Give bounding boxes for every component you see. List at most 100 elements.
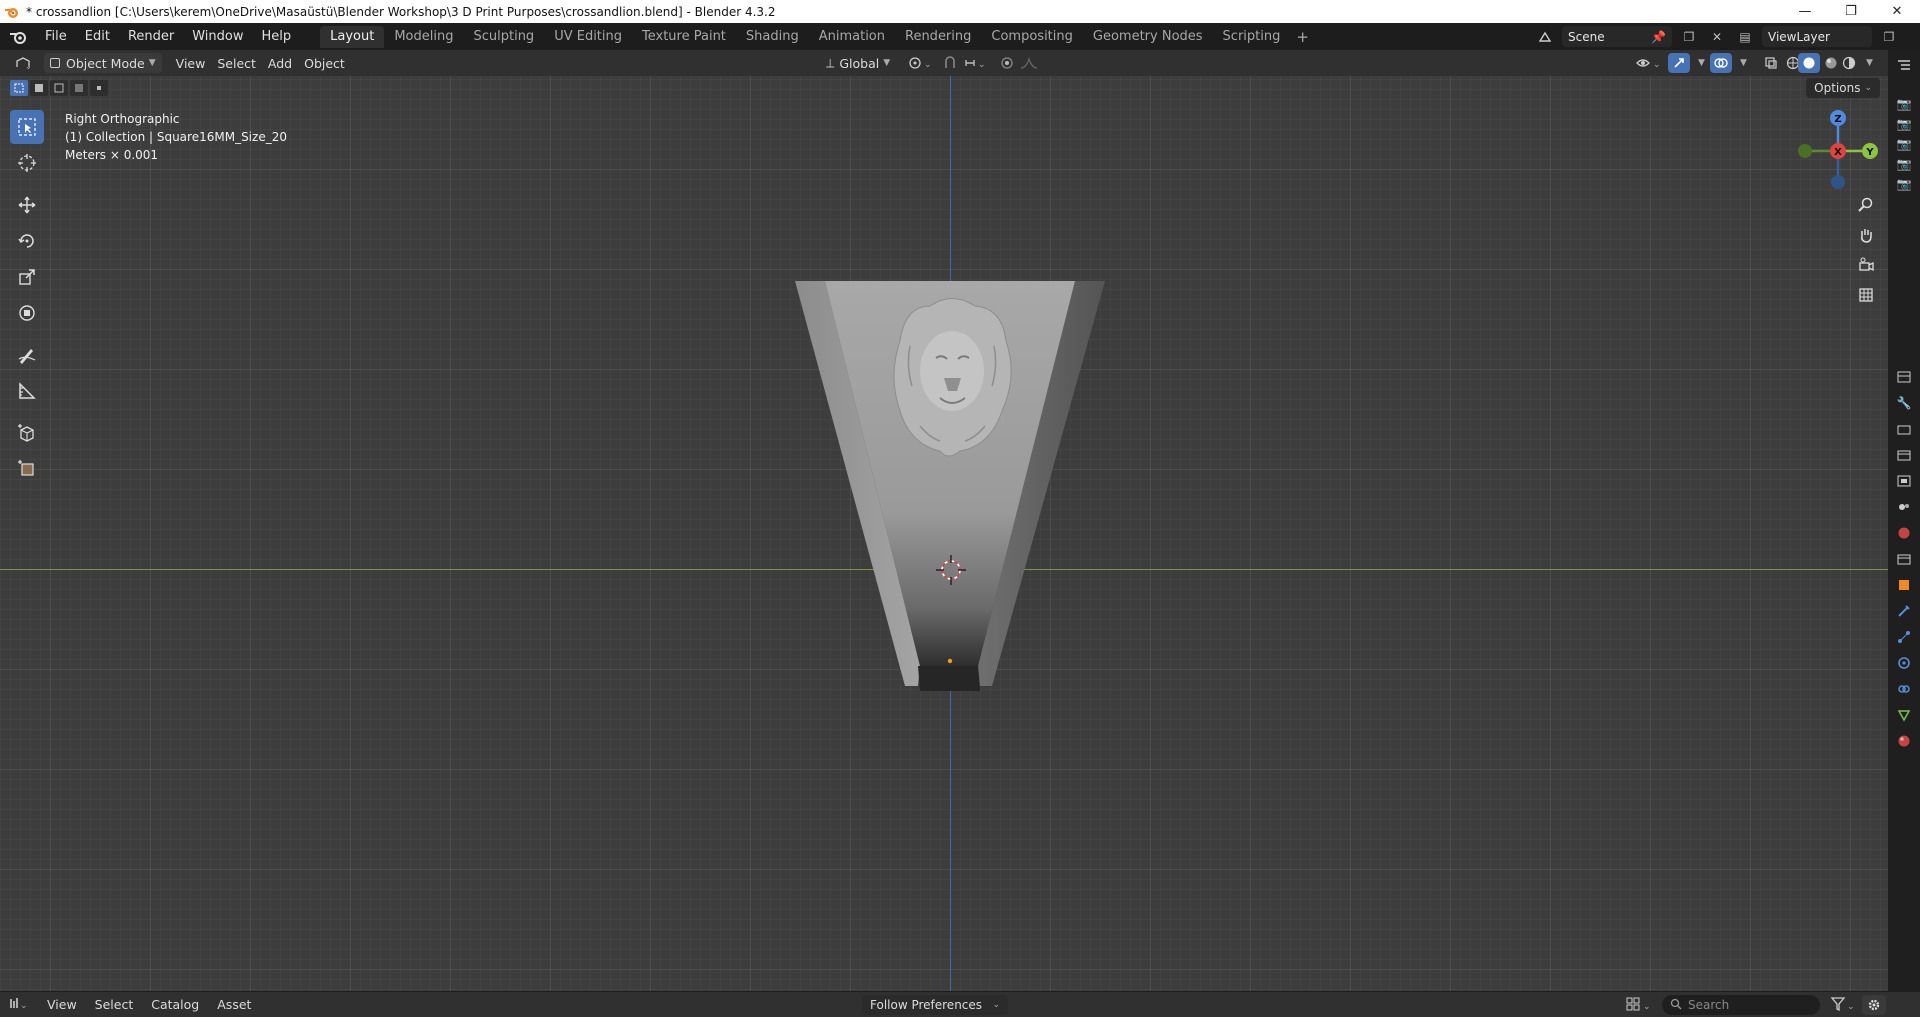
camera-visibility-icon[interactable]: 📷 (1888, 134, 1920, 154)
gizmo-toggle-icon[interactable] (1668, 53, 1690, 73)
ring-mesh-object[interactable] (780, 246, 1120, 696)
new-scene-icon[interactable]: ❐ (1678, 26, 1700, 47)
camera-visibility-icon[interactable]: 📷 (1888, 94, 1920, 114)
blender-menu-logo-icon[interactable] (0, 30, 36, 44)
tab-rendering[interactable]: Rendering (895, 26, 981, 48)
output-properties-icon[interactable] (1888, 442, 1920, 468)
zoom-icon[interactable] (1851, 192, 1881, 218)
asset-menu-catalog[interactable]: Catalog (142, 997, 208, 1012)
tab-modeling[interactable]: Modeling (384, 26, 463, 48)
menu-help[interactable]: Help (253, 23, 301, 50)
overlays-options-icon[interactable]: ▼ (1730, 53, 1753, 73)
pin-icon[interactable]: 📌 (1651, 30, 1666, 44)
world-properties-icon[interactable] (1888, 520, 1920, 546)
view-layer-properties-icon[interactable] (1888, 468, 1920, 494)
transform-tool-icon[interactable] (10, 296, 44, 330)
outliner-editor-icon[interactable] (1888, 52, 1920, 78)
rotate-tool-icon[interactable] (10, 224, 44, 258)
view-layer-field[interactable]: ViewLayer (1762, 26, 1872, 47)
delete-scene-icon[interactable]: ✕ (1706, 26, 1728, 47)
camera-view-icon[interactable] (1851, 252, 1881, 278)
toggle-perspective-grid-icon[interactable] (1851, 282, 1881, 308)
properties-editor-icon[interactable] (1888, 364, 1920, 390)
measure-tool-icon[interactable] (10, 374, 44, 408)
3d-viewport[interactable]: Right Orthographic (1) Collection | Squa… (0, 76, 1888, 991)
collection-properties-icon[interactable] (1888, 546, 1920, 572)
menu-window[interactable]: Window (183, 23, 252, 50)
falloff-icon[interactable] (1014, 53, 1044, 73)
visibility-selectability-icon[interactable]: ⌄ (1630, 53, 1668, 73)
asset-menu-view[interactable]: View (38, 997, 86, 1012)
tab-uv-editing[interactable]: UV Editing (544, 26, 632, 48)
display-mode-icon[interactable]: ⌄ (1626, 996, 1654, 1016)
options-dropdown[interactable]: Options ⌄ (1806, 78, 1880, 98)
menu-render[interactable]: Render (119, 23, 183, 50)
view-layer-icon[interactable]: ▤ (1734, 26, 1756, 47)
scale-tool-icon[interactable] (10, 260, 44, 294)
orientation-dropdown[interactable]: ⟂ Global ▼ (820, 53, 896, 73)
menu-select[interactable]: Select (211, 53, 262, 73)
asset-library-dropdown[interactable]: Follow Preferences ⌄ (862, 995, 1008, 1015)
material-properties-icon[interactable] (1888, 728, 1920, 754)
3d-cursor-icon[interactable] (935, 554, 967, 586)
camera-visibility-icon[interactable]: 📷 (1888, 174, 1920, 194)
menu-view[interactable]: View (170, 53, 212, 73)
menu-object[interactable]: Object (298, 53, 351, 73)
select-extend-mode-icon[interactable] (30, 80, 48, 96)
add-cylinder-tool-icon[interactable] (10, 452, 44, 486)
scene-icon[interactable] (1534, 26, 1556, 47)
select-subtract-mode-icon[interactable] (50, 80, 68, 96)
object-properties-icon[interactable] (1888, 572, 1920, 598)
scene-properties-icon[interactable] (1888, 494, 1920, 520)
gizmo-options-icon[interactable]: ▼ (1688, 53, 1711, 73)
tab-compositing[interactable]: Compositing (981, 26, 1083, 48)
pan-hand-icon[interactable] (1851, 222, 1881, 248)
annotate-tool-icon[interactable] (10, 338, 44, 372)
modifier-properties-icon[interactable] (1888, 598, 1920, 624)
asset-editor-type-icon[interactable]: ⌄ (0, 996, 38, 1013)
menu-add[interactable]: Add (262, 53, 298, 73)
select-intersect-mode-icon[interactable] (90, 80, 108, 96)
camera-visibility-icon[interactable]: 📷 (1888, 114, 1920, 134)
tab-sculpting[interactable]: Sculpting (463, 26, 544, 48)
menu-file[interactable]: File (36, 23, 76, 50)
select-box-mode-icon[interactable] (10, 80, 28, 96)
mode-dropdown[interactable]: Object Mode ▼ (44, 53, 162, 73)
physics-properties-icon[interactable] (1888, 650, 1920, 676)
camera-visibility-icon[interactable]: 📷 (1888, 154, 1920, 174)
tab-animation[interactable]: Animation (809, 26, 895, 48)
tool-properties-icon[interactable]: 🔧 (1888, 390, 1920, 416)
maximize-button[interactable]: ❐ (1828, 0, 1874, 23)
shading-options-icon[interactable]: ▼ (1856, 53, 1879, 73)
select-box-tool-icon[interactable] (10, 110, 44, 144)
tab-texture-paint[interactable]: Texture Paint (632, 26, 736, 48)
asset-menu-select[interactable]: Select (86, 997, 143, 1012)
constraint-properties-icon[interactable] (1888, 676, 1920, 702)
data-properties-icon[interactable] (1888, 702, 1920, 728)
tab-scripting[interactable]: Scripting (1213, 26, 1291, 48)
add-cube-tool-icon[interactable] (10, 416, 44, 450)
tab-geometry-nodes[interactable]: Geometry Nodes (1083, 26, 1213, 48)
render-properties-icon[interactable] (1888, 416, 1920, 442)
move-tool-icon[interactable] (10, 188, 44, 222)
add-workspace-button[interactable]: + (1290, 28, 1315, 46)
menu-edit[interactable]: Edit (76, 23, 119, 50)
settings-gear-icon[interactable] (1862, 995, 1886, 1015)
snap-target-icon[interactable]: ⌄ (958, 53, 994, 73)
particle-properties-icon[interactable] (1888, 624, 1920, 650)
new-view-layer-icon[interactable]: ❐ (1878, 26, 1900, 47)
tab-shading[interactable]: Shading (736, 26, 809, 48)
minimize-button[interactable]: — (1782, 0, 1828, 23)
close-button[interactable]: ✕ (1874, 0, 1920, 23)
select-invert-mode-icon[interactable] (70, 80, 88, 96)
asset-search-input[interactable]: Search (1662, 995, 1820, 1015)
asset-menu-asset[interactable]: Asset (208, 997, 260, 1012)
shading-solid-icon[interactable] (1798, 53, 1820, 73)
navigation-gizmo[interactable]: Z Y X (1795, 106, 1885, 196)
filter-icon[interactable]: ⌄ (1830, 996, 1858, 1016)
scene-field[interactable]: Scene 📌 (1562, 26, 1672, 47)
overlays-toggle-icon[interactable] (1710, 53, 1732, 73)
tab-layout[interactable]: Layout (320, 25, 385, 48)
pivot-point-icon[interactable]: ⌄ (902, 53, 940, 73)
editor-type-icon[interactable]: ⌄ (8, 53, 38, 73)
